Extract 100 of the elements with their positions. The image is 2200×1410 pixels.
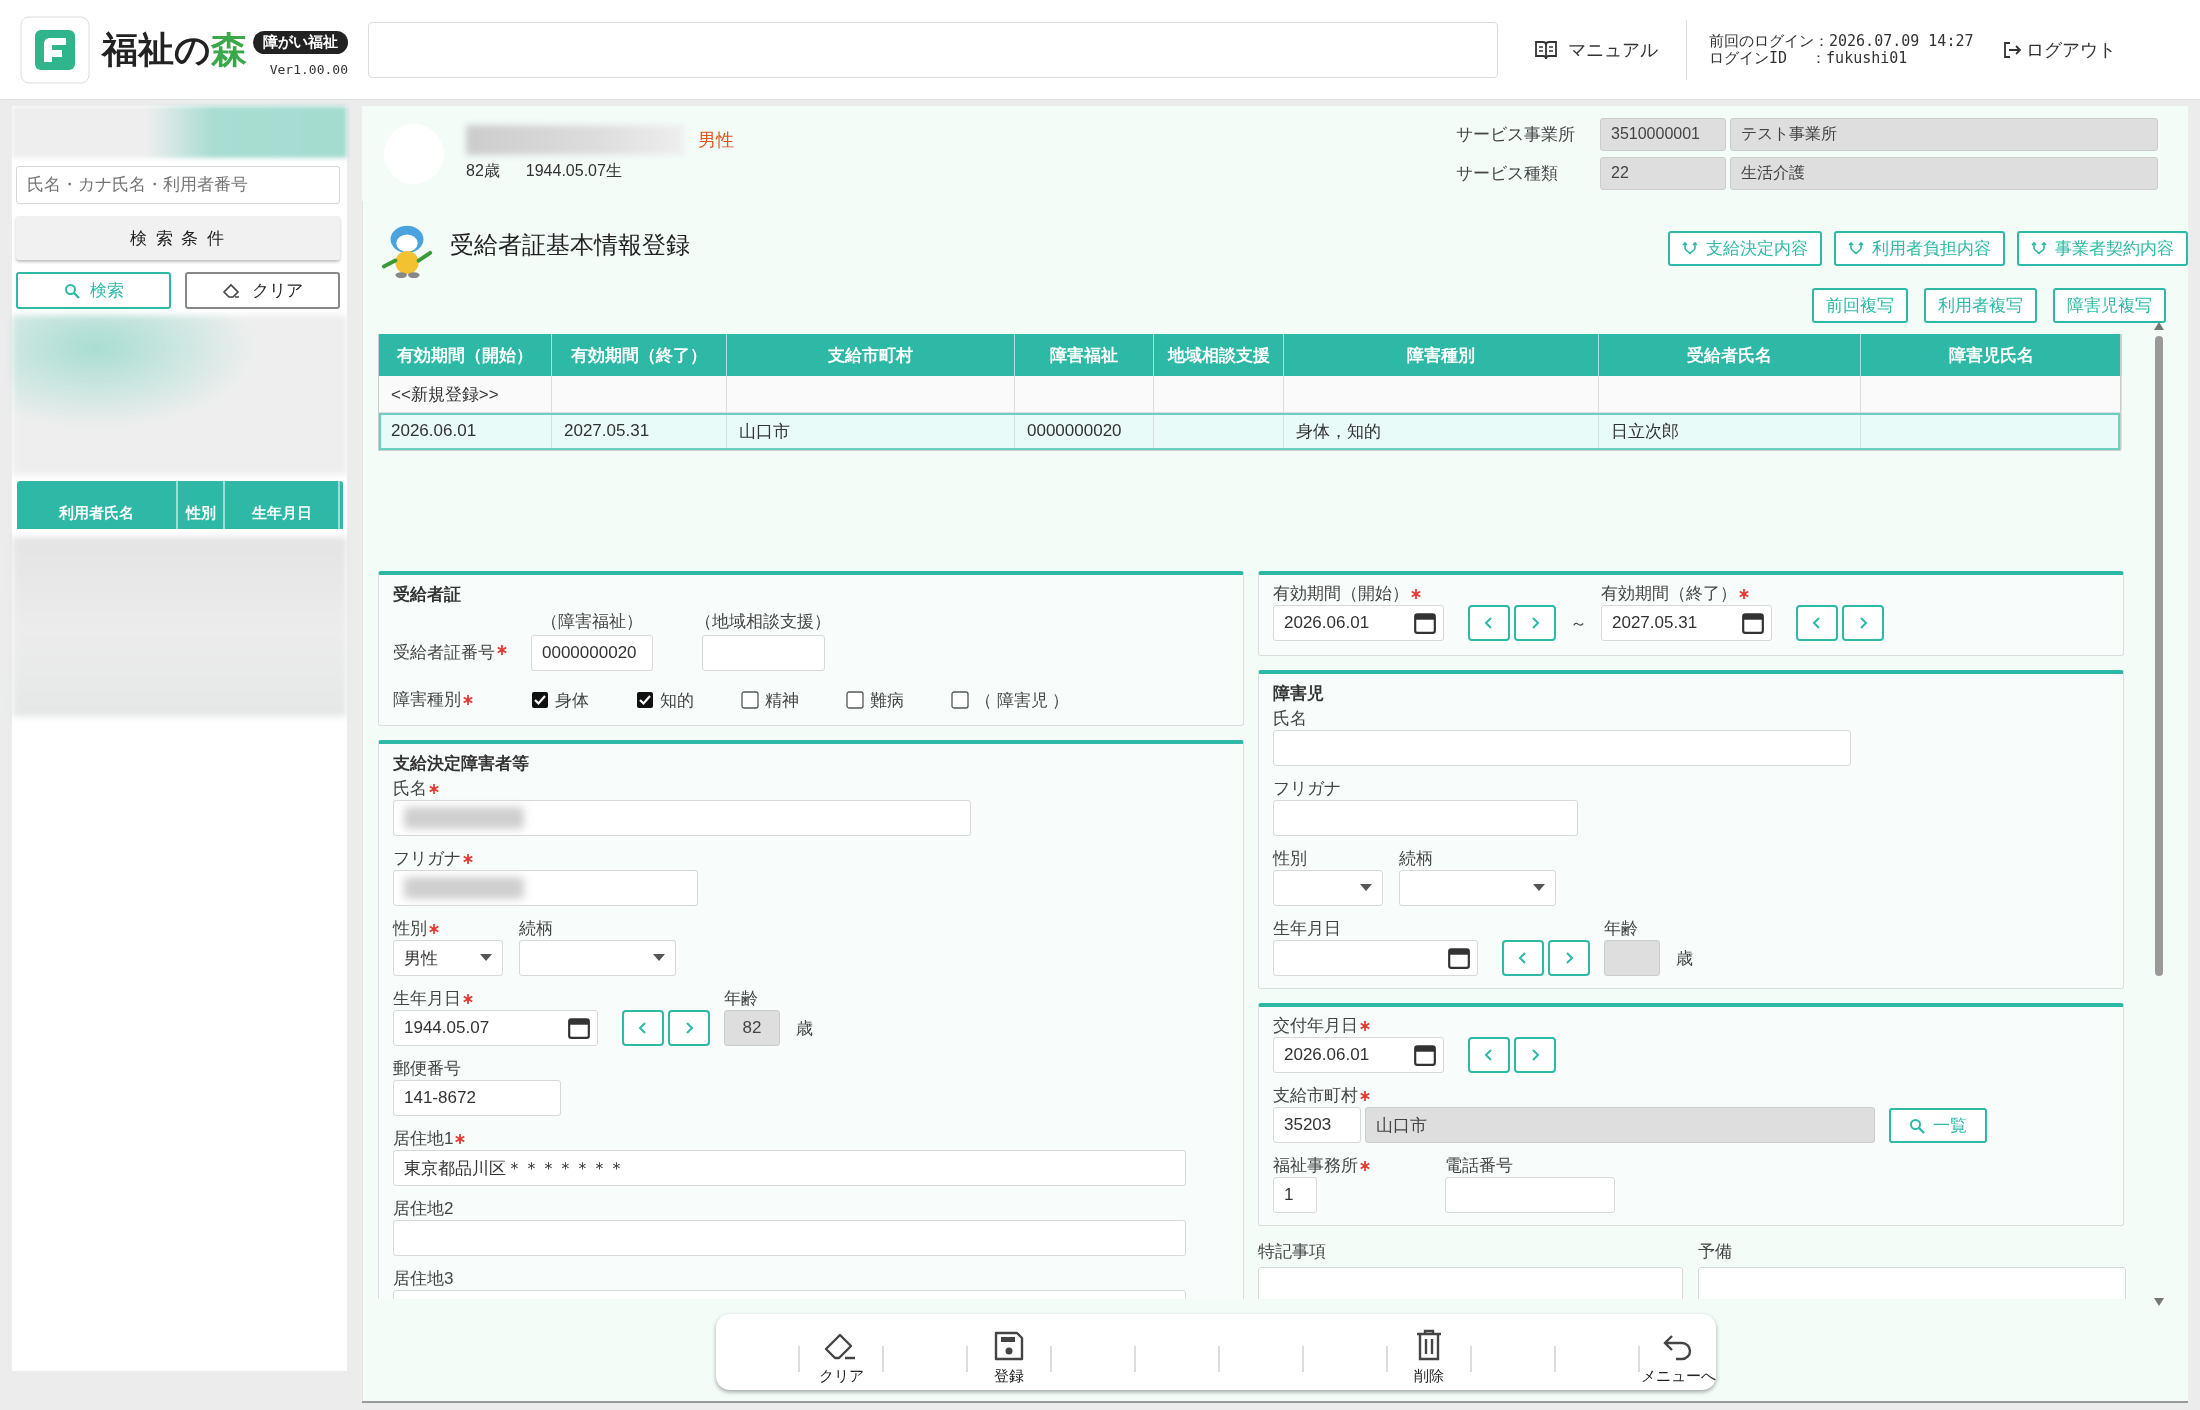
- unit-label: 歳: [1676, 947, 1693, 970]
- field-caption: （障害福祉）: [541, 611, 643, 633]
- checkbox-label: 身体: [555, 689, 589, 712]
- caret-icon: [1360, 884, 1372, 892]
- next-button[interactable]: [1842, 605, 1884, 641]
- table-cell: 山口市: [727, 413, 1015, 449]
- field-label: 特記事項: [1258, 1241, 1327, 1263]
- field-label: 障害種別: [393, 689, 461, 711]
- input-field[interactable]: [393, 1220, 1186, 1256]
- input-field[interactable]: 1: [1273, 1177, 1317, 1213]
- search-conditions-button[interactable]: 検 索 条 件: [16, 216, 340, 260]
- field-label: サービス種類: [1456, 162, 1559, 185]
- age-field: 82: [724, 1010, 780, 1046]
- toolbar-button[interactable]: クリア: [800, 1314, 882, 1390]
- eraser-icon: [222, 282, 242, 299]
- manual-link[interactable]: マニュアル: [1528, 36, 1664, 63]
- toolbar-button[interactable]: 削除: [1388, 1314, 1470, 1390]
- app-badge: 障がい福祉: [253, 30, 348, 54]
- calendar-icon: [567, 1016, 591, 1040]
- field-label: フリガナ: [393, 848, 461, 870]
- table-cell: <<新規登録>>: [379, 376, 552, 412]
- input-field[interactable]: 35203: [1273, 1107, 1361, 1143]
- field-label: 電話番号: [1445, 1155, 1513, 1177]
- field-label: 性別: [1273, 848, 1307, 870]
- table-row[interactable]: <<新規登録>>: [379, 376, 2120, 413]
- field-label: 続柄: [1399, 848, 1433, 870]
- field-label: 居住地1: [393, 1128, 454, 1150]
- checkbox[interactable]: [531, 691, 549, 709]
- logout-icon: [2001, 39, 2022, 60]
- field-label: 福祉事務所: [1273, 1155, 1358, 1177]
- book-icon: [1534, 38, 1558, 61]
- unit-label: 歳: [796, 1017, 813, 1040]
- logout-button[interactable]: ログアウト: [1995, 36, 2122, 63]
- office-name-field: テスト事業所: [1730, 117, 2158, 151]
- date-field[interactable]: 2026.06.01: [1273, 605, 1444, 641]
- next-button[interactable]: [668, 1010, 710, 1046]
- input-field[interactable]: [393, 870, 698, 906]
- checkbox[interactable]: [951, 691, 969, 709]
- field-label: 予備: [1698, 1241, 1733, 1263]
- select-field[interactable]: [1399, 870, 1556, 906]
- range-separator: ～: [1570, 613, 1587, 635]
- date-field[interactable]: 1944.05.07: [393, 1010, 598, 1046]
- input-field[interactable]: [1273, 730, 1851, 766]
- city-name-field: 山口市: [1365, 1107, 1875, 1143]
- input-field[interactable]: 0000000020: [531, 635, 653, 671]
- input-field[interactable]: [701, 635, 825, 671]
- calendar-icon: [1447, 946, 1471, 970]
- previous-button[interactable]: [1796, 605, 1838, 641]
- checkbox[interactable]: [846, 691, 864, 709]
- field-label: 生年月日: [1273, 918, 1341, 940]
- field-label: 氏名: [1273, 708, 1307, 730]
- date-field[interactable]: 2026.06.01: [1273, 1037, 1444, 1073]
- calendar-icon: [1413, 611, 1437, 635]
- select-field[interactable]: [519, 940, 676, 976]
- select-field[interactable]: [1273, 870, 1383, 906]
- checkbox[interactable]: [636, 691, 654, 709]
- last-login-text: 前回のログイン：2026.07.09 14:27: [1709, 32, 1974, 50]
- calendar-icon: [1413, 1043, 1437, 1067]
- checkbox-label: （ 障害児 ）: [975, 689, 1070, 712]
- toolbar-button[interactable]: 登録: [968, 1314, 1050, 1390]
- version-label: Ver1.00.00: [269, 61, 348, 77]
- caret-icon: [480, 954, 492, 962]
- input-field[interactable]: 東京都品川区＊＊＊＊＊＊＊: [393, 1150, 1186, 1186]
- select-field[interactable]: 男性: [393, 940, 503, 976]
- date-field[interactable]: 2027.05.31: [1601, 605, 1772, 641]
- age-text: 82歳: [466, 161, 500, 181]
- app-title: 福祉の森: [102, 29, 247, 70]
- age-field: [1604, 940, 1660, 976]
- search-icon: [63, 282, 80, 299]
- gender-text: 男性: [698, 129, 734, 152]
- search-field[interactable]: 氏名・カナ氏名・利用者番号: [16, 166, 340, 204]
- column-header: 利用者氏名: [17, 481, 178, 529]
- input-field[interactable]: [1273, 800, 1578, 836]
- search-icon: [1909, 1117, 1925, 1134]
- toolbar-button[interactable]: メニューへ: [1640, 1314, 1716, 1390]
- previous-button[interactable]: [622, 1010, 664, 1046]
- field-label: フリガナ: [1273, 778, 1341, 800]
- checkbox-label: 難病: [870, 689, 904, 712]
- previous-button[interactable]: [1468, 605, 1510, 641]
- input-field[interactable]: [393, 800, 971, 836]
- service-code-field: 22: [1600, 156, 1726, 190]
- table-cell: 身体，知的: [1284, 413, 1599, 449]
- next-button[interactable]: [1548, 940, 1590, 976]
- table-cell: 0000000020: [1015, 413, 1154, 449]
- field-label: 有効期間（終了）: [1601, 583, 1737, 605]
- table-row[interactable]: 2026.06.01 2027.05.31 山口市 0000000020 身体，知的 日立次郎: [379, 413, 2120, 450]
- date-field[interactable]: [1273, 940, 1478, 976]
- input-field[interactable]: [1445, 1177, 1615, 1213]
- next-button[interactable]: [1514, 605, 1556, 641]
- branch-icon: [1848, 240, 1864, 257]
- field-label: 年齢: [1604, 918, 1638, 940]
- login-id-text: ログインID ：fukushi01: [1709, 49, 1909, 67]
- previous-button[interactable]: [1502, 940, 1544, 976]
- branch-icon: [2031, 240, 2047, 257]
- previous-button[interactable]: [1468, 1037, 1510, 1073]
- next-button[interactable]: [1514, 1037, 1556, 1073]
- checkbox[interactable]: [741, 691, 759, 709]
- input-field[interactable]: 141-8672: [393, 1080, 561, 1116]
- clear-button[interactable]: クリア: [185, 272, 340, 309]
- header-search-bar[interactable]: [368, 21, 1498, 78]
